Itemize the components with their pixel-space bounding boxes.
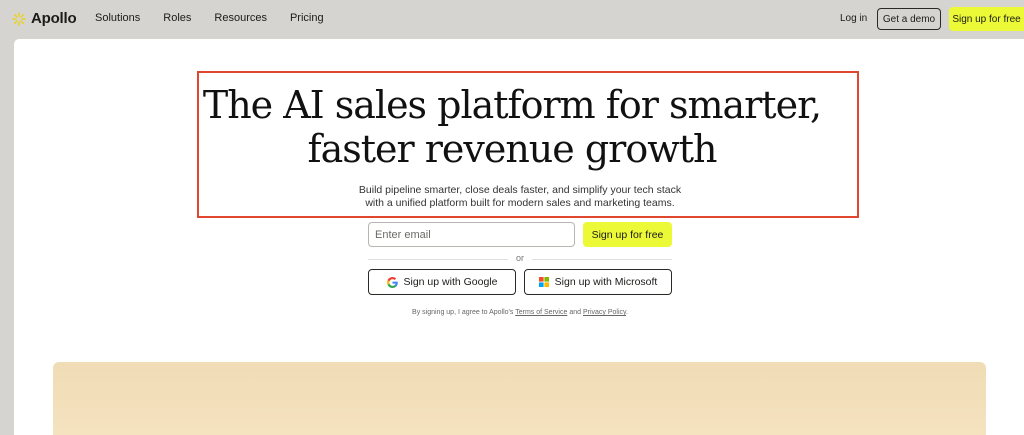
nav-link-solutions[interactable]: Solutions [95,12,140,24]
sun-logo-icon [12,11,26,26]
apollo-logo[interactable]: Apollo [12,10,77,27]
hero-image-panel [53,362,986,435]
or-divider: or [368,253,672,265]
get-demo-button[interactable]: Get a demo [877,8,941,30]
nav-signup-button[interactable]: Sign up for free [949,7,1024,31]
legal-and: and [569,309,581,316]
headline-line-2: faster revenue growth [307,127,718,171]
google-signup-button[interactable]: Sign up with Google [368,269,516,295]
nav-link-pricing[interactable]: Pricing [290,12,324,24]
brand-name: Apollo [31,10,77,27]
or-label: or [515,253,524,263]
google-signup-label: Sign up with Google [403,276,498,288]
microsoft-signup-label: Sign up with Microsoft [554,276,658,288]
headline-line-1: The AI sales platform for smarter, [202,83,822,127]
nav-link-resources[interactable]: Resources [214,12,267,24]
legal-suffix: . [626,309,628,316]
microsoft-signup-button[interactable]: Sign up with Microsoft [524,269,672,295]
login-link[interactable]: Log in [840,13,867,24]
microsoft-icon [538,277,549,287]
subheadline-line-2: with a unified platform built for modern… [365,197,675,209]
legal-notice: By signing up, I agree to Apollo's Terms… [0,309,1024,316]
signup-button[interactable]: Sign up for free [583,222,672,247]
google-icon [386,276,398,288]
top-nav: Apollo Solutions Roles Resources Pricing… [0,0,1024,38]
privacy-policy-link[interactable]: Privacy Policy [583,309,626,316]
email-input[interactable] [368,222,575,247]
legal-prefix: By signing up, I agree to Apollo's [412,309,514,316]
terms-of-service-link[interactable]: Terms of Service [515,309,567,316]
subheadline-line-1: Build pipeline smarter, close deals fast… [358,184,682,196]
nav-links: Solutions Roles Resources Pricing [95,12,347,24]
nav-link-roles[interactable]: Roles [163,12,191,24]
divider-line-right [532,259,672,260]
